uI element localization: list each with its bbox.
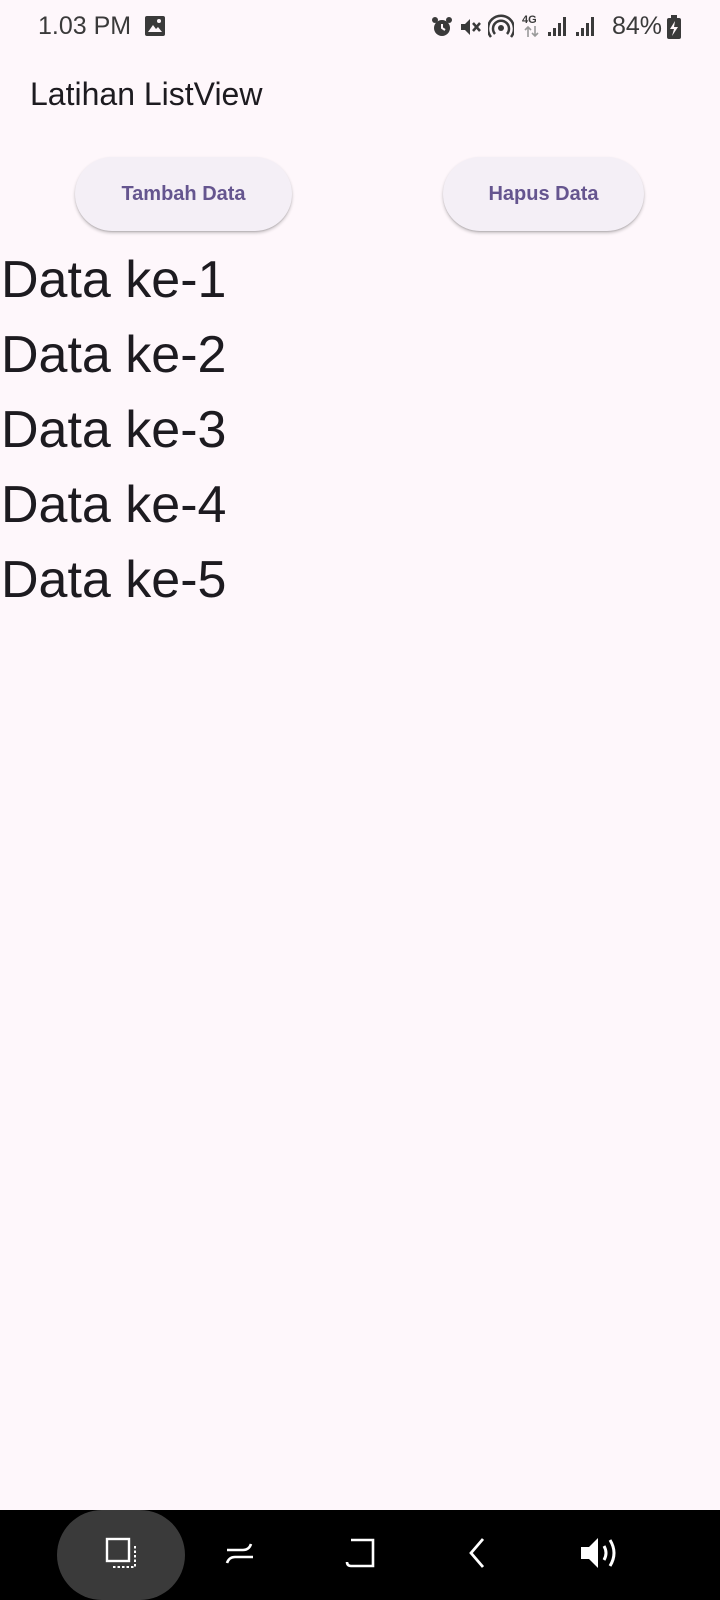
add-data-button[interactable]: Tambah Data [75,157,292,231]
list-item: Data ke-3 [1,401,227,459]
screenshot-button[interactable] [57,1510,185,1600]
list-item: Data ke-4 [1,476,227,534]
signal-icon [546,14,570,43]
signal-icon [574,14,598,43]
alarm-icon [430,15,454,44]
list-item: Data ke-2 [1,326,227,384]
list-item: Data ke-5 [1,551,227,609]
mute-icon [458,15,482,44]
screenshot-icon [104,1536,138,1575]
navigation-bar [0,1510,720,1600]
multitask-icon [223,1536,257,1575]
list-item: Data ke-1 [1,251,227,309]
delete-data-button[interactable]: Hapus Data [443,157,644,231]
image-icon [144,15,166,42]
back-icon [461,1536,495,1575]
volume-icon [579,1535,621,1576]
home-button[interactable] [330,1510,390,1600]
battery-icon [666,14,682,45]
data-list: Data ke-1 Data ke-2 Data ke-3 Data ke-4 … [0,250,720,625]
back-button[interactable] [448,1510,508,1600]
battery-percentage: 84% [612,12,663,40]
page-title: Latihan ListView [30,76,263,112]
hotspot-icon [486,14,516,45]
svg-text:4G: 4G [522,14,537,26]
home-icon [343,1536,377,1575]
multitask-button[interactable] [210,1510,270,1600]
status-time: 1.03 PM [38,12,132,40]
status-bar: 1.03 PM 4G 84% [0,0,720,54]
4g-icon: 4G [520,12,544,45]
volume-button[interactable] [565,1510,635,1600]
